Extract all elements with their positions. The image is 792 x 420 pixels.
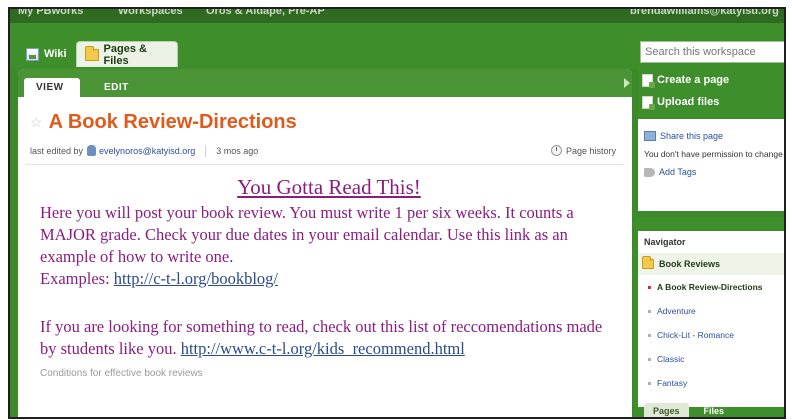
page-history-label: Page history: [565, 145, 616, 156]
page-body: You Gotta Read This! Here you will post …: [18, 165, 632, 379]
share-page-link[interactable]: Share this page: [644, 127, 784, 145]
user-icon: [87, 145, 97, 156]
page-history-link[interactable]: Page history: [550, 145, 616, 156]
tag-icon: [644, 167, 655, 177]
upload-files-label: Upload files: [657, 96, 720, 108]
new-page-icon: [642, 73, 655, 88]
tab-wiki[interactable]: Wiki: [18, 41, 77, 67]
navigator-folder-label: Book Reviews: [659, 259, 721, 269]
editor-link[interactable]: evelynoros@katyisd.org: [99, 146, 195, 156]
user-bar: My PBworks Workspaces Oros & Aldape, Pre…: [10, 9, 784, 23]
permission-note: You don't have permission to change: [644, 149, 783, 159]
page-headline: You Gotta Read This!: [237, 175, 421, 199]
workspace-tabstrip: Wiki Pages & Files: [10, 23, 784, 69]
bullet-icon: [648, 285, 651, 289]
tab-wiki-label: Wiki: [44, 48, 67, 60]
navigator-item[interactable]: A Book Review-Directions: [638, 275, 784, 299]
navigator-item-label: Fantasy: [657, 378, 688, 388]
examples-link[interactable]: http://c-t-l.org/bookblog/: [114, 269, 278, 288]
meta-divider: [205, 144, 207, 157]
star-icon[interactable]: ☆: [30, 114, 43, 131]
add-tags-label: Add Tags: [659, 167, 697, 177]
tab-pages-files-label: Pages & Files: [103, 42, 147, 67]
recommendations-paragraph: If you are looking for something to read…: [40, 316, 618, 360]
upload-files-button[interactable]: Upload files: [638, 91, 784, 113]
user-email[interactable]: brendawilliams@katyisd.org: [630, 9, 779, 17]
page-actions: Create a page Upload files: [638, 69, 784, 119]
navigator-item-label: Adventure: [657, 306, 696, 316]
edit-time: 3 mos ago: [216, 145, 259, 156]
upload-icon: [642, 95, 655, 110]
tab-edit[interactable]: EDIT: [92, 78, 141, 97]
share-icon: [644, 131, 656, 141]
navigator-folder[interactable]: Book Reviews: [638, 253, 784, 275]
navigator-panel: Navigator Book Reviews A Book Review-Dir…: [634, 217, 784, 417]
screenshot-frame: My PBworks Workspaces Oros & Aldape, Pre…: [8, 7, 786, 419]
create-page-label: Create a page: [657, 74, 730, 86]
navigator-item-label: Chick-Lit - Romance: [657, 330, 734, 340]
navigator-heading: Navigator: [644, 237, 686, 247]
search-input[interactable]: [640, 41, 784, 63]
navigator-tab-pages[interactable]: Pages: [644, 403, 689, 417]
workspace-name[interactable]: Oros & Aldape, Pre-AP: [206, 9, 325, 17]
bullet-icon: [648, 309, 651, 313]
navigator-box: Navigator Book Reviews A Book Review-Dir…: [638, 231, 784, 407]
create-page-button[interactable]: Create a page: [638, 69, 784, 91]
page-meta: last edited by evelynoros@katyisd.org 3 …: [26, 137, 624, 165]
navigator-item[interactable]: Chick-Lit - Romance: [638, 323, 784, 347]
page-tools-panel: Share this page You don't have permissio…: [638, 119, 784, 211]
bullet-icon: [648, 381, 651, 385]
page-title: A Book Review-Directions: [48, 110, 297, 133]
cut-off-text: Conditions for effective book reviews: [40, 368, 203, 379]
my-pbworks-link[interactable]: My PBworks: [18, 9, 83, 17]
navigator-item[interactable]: Fantasy: [638, 371, 784, 395]
navigator-item-label: A Book Review-Directions: [657, 282, 763, 292]
navigator-tab-files[interactable]: Files: [695, 403, 734, 417]
view-edit-tabs: VIEW EDIT: [18, 69, 632, 97]
folder-icon: [642, 256, 654, 269]
navigator-tabs: Pages Files: [644, 403, 734, 417]
tab-pages-files[interactable]: Pages & Files: [76, 41, 178, 67]
add-tags-link[interactable]: Add Tags: [644, 163, 784, 181]
navigator-item[interactable]: Adventure: [638, 299, 784, 323]
instructions-paragraph: Here you will post your book review. You…: [40, 203, 574, 266]
recommendations-link[interactable]: http://www.c-t-l.org/kids_recommend.html: [181, 339, 465, 358]
bullet-icon: [648, 333, 651, 337]
share-page-label: Share this page: [660, 131, 724, 141]
examples-label: Examples:: [40, 269, 114, 288]
main-content: VIEW EDIT ☆ A Book Review-Directions las…: [18, 69, 632, 417]
tab-view[interactable]: VIEW: [24, 78, 80, 97]
navigator-item-label: Classic: [657, 354, 685, 364]
wiki-icon: [26, 47, 39, 61]
bullet-icon: [648, 357, 651, 361]
workspaces-menu[interactable]: Workspaces: [118, 9, 183, 17]
folder-icon: [85, 45, 99, 61]
navigator-item[interactable]: Classic: [638, 347, 784, 371]
page-header: ☆ A Book Review-Directions: [18, 97, 632, 137]
last-edited-label: last edited by: [30, 145, 84, 156]
examples-line: Examples: http://c-t-l.org/bookblog/: [40, 268, 618, 290]
clock-icon: [550, 145, 562, 156]
expand-arrow-icon[interactable]: [624, 78, 630, 88]
